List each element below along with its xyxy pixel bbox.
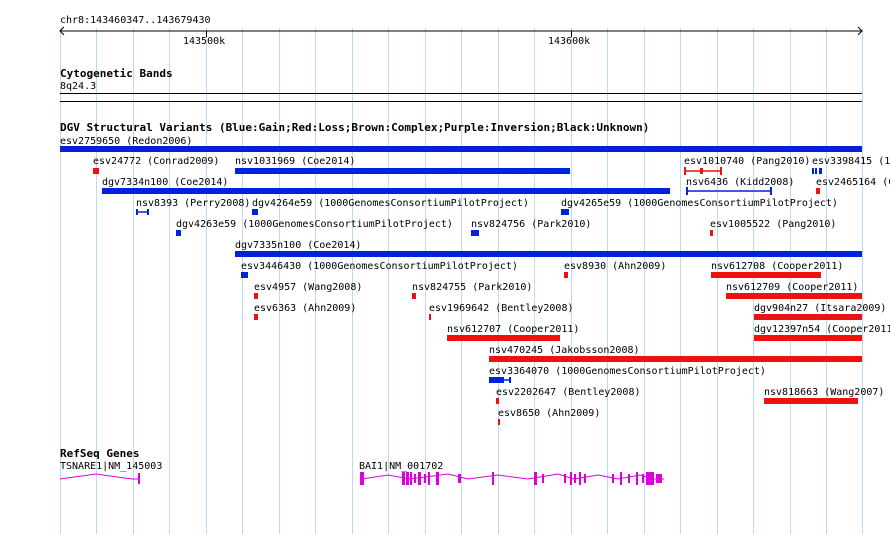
variant-label: dgv12397n54 (Cooper2011) [754,324,890,335]
grid-line [753,28,754,534]
grid-line [862,28,863,534]
track-title: RefSeq Genes [60,447,140,460]
variant-bar[interactable] [241,272,248,278]
grid-line [242,28,243,534]
grid-line [279,28,280,534]
ruler-line [59,26,863,36]
variant-label: dgv4264e59 (1000GenomesConsortiumPilotPr… [252,198,529,209]
variant-bar[interactable] [235,251,862,257]
variant-bar[interactable] [60,146,862,152]
variant-bar[interactable] [254,293,258,299]
track-title: DGV Structural Variants (Blue:Gain;Red:L… [60,121,650,134]
variant-label: esv6363 (Ahn2009) [254,303,357,314]
cytoband-ideogram[interactable] [60,93,862,94]
ruler-tick-label: 143500k [183,36,226,47]
variant-label: esv24772 (Conrad2009) [93,156,220,167]
cytoband-label: 8q24.3 [60,81,97,92]
grid-line [717,28,718,534]
grid-line [425,28,426,534]
variant-bar[interactable] [489,356,862,362]
variant-label: nsv1031969 (Coe2014) [235,156,356,167]
variant-bar[interactable] [429,314,431,320]
variant-bar[interactable] [447,335,560,341]
variant-bar[interactable] [93,168,99,174]
variant-bar[interactable] [754,335,862,341]
variant-bar[interactable] [235,168,570,174]
gene-model[interactable] [60,470,144,486]
variant-label: nsv612709 (Cooper2011) [726,282,859,293]
variant-bar[interactable] [252,209,258,215]
variant-bar[interactable] [498,419,500,425]
grid-line [680,28,681,534]
grid-line [826,28,827,534]
variant-bar[interactable] [102,188,670,194]
variant-bar[interactable] [254,314,258,320]
variant-bar[interactable] [754,314,862,320]
variant-bar[interactable] [711,272,821,278]
variant-label: nsv612707 (Cooper2011) [447,324,580,335]
variant-label: dgv904n27 (Itsara2009) [754,303,887,314]
variant-label: nsv612708 (Cooper2011) [711,261,844,272]
variant-label: esv1005522 (Pang2010) [710,219,837,230]
variant-label: esv8650 (Ahn2009) [498,408,601,419]
variant-label: dgv4263e59 (1000GenomesConsortiumPilotPr… [176,219,453,230]
variant-label: dgv4265e59 (1000GenomesConsortiumPilotPr… [561,198,838,209]
variant-label: nsv824756 (Park2010) [471,219,592,230]
variant-bar[interactable] [686,186,774,196]
grid-line [388,28,389,534]
variant-label: esv3364070 (1000GenomesConsortiumPilotPr… [489,366,766,377]
variant-bar[interactable] [710,230,713,236]
variant-bar[interactable] [726,293,862,299]
variant-label: esv4957 (Wang2008) [254,282,363,293]
variant-bar[interactable] [136,207,152,217]
variant-bar[interactable] [176,230,181,236]
grid-line [644,28,645,534]
variant-bar[interactable] [471,230,479,236]
grid-line [607,28,608,534]
variant-label: dgv7334n100 (Coe2014) [102,177,229,188]
grid-line [571,28,572,534]
grid-line [498,28,499,534]
variant-label: esv2202647 (Bentley2008) [496,387,641,398]
variant-bar[interactable] [561,209,569,215]
variant-label: nsv824755 (Park2010) [412,282,533,293]
grid-line [315,28,316,534]
genome-browser-view: chr8:143460347..143679430 143500k 143600… [0,0,890,534]
ruler-tick-label: 143600k [548,36,591,47]
variant-label: esv3446430 (1000GenomesConsortiumPilotPr… [241,261,518,272]
track-title: Cytogenetic Bands [60,67,173,80]
variant-label: dgv7335n100 (Coe2014) [235,240,362,251]
grid-line [534,28,535,534]
variant-label: esv2465164 (Co [816,177,890,188]
variant-label: esv8930 (Ahn2009) [564,261,667,272]
variant-label: nsv8393 (Perry2008) [136,198,251,209]
variant-label: nsv818663 (Wang2007) [764,387,885,398]
variant-bar[interactable] [496,398,499,404]
variant-bar[interactable] [816,188,820,194]
grid-line [461,28,462,534]
variant-bar[interactable] [564,272,568,278]
grid-line [206,28,207,534]
grid-line [790,28,791,534]
cytoband-ideogram [60,101,862,102]
variant-bar[interactable] [684,166,724,176]
grid-line [352,28,353,534]
variant-bar[interactable] [489,375,513,385]
variant-bar[interactable] [764,398,858,404]
variant-label: esv1969642 (Bentley2008) [429,303,574,314]
variant-bar[interactable] [412,293,416,299]
variant-bar[interactable] [812,166,824,176]
grid-line [169,28,170,534]
location-label: chr8:143460347..143679430 [60,15,211,26]
variant-label: nsv470245 (Jakobsson2008) [489,345,640,356]
gene-model[interactable] [358,469,668,487]
